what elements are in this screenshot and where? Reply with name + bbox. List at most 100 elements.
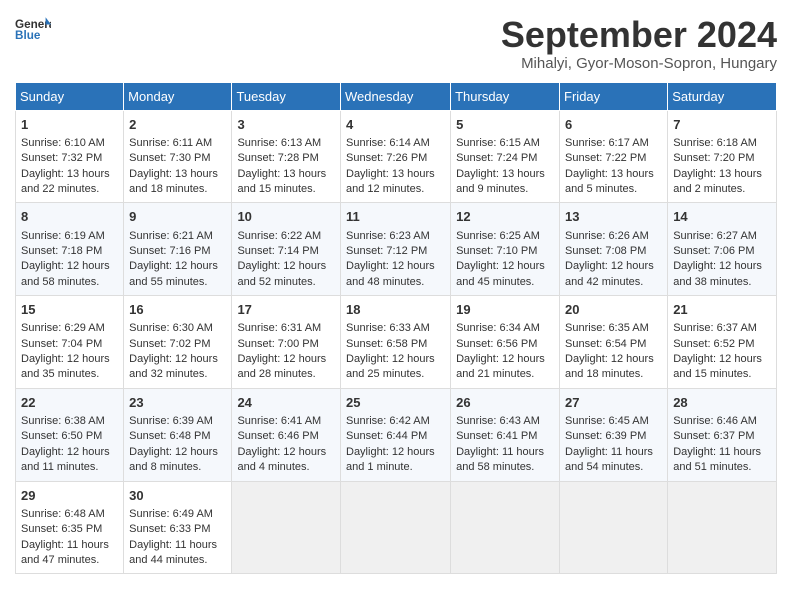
sunrise-label: Sunrise: 6:39 AM — [129, 415, 213, 427]
header-tuesday: Tuesday — [232, 82, 341, 110]
sunrise-label: Sunrise: 6:31 AM — [237, 322, 321, 334]
calendar-cell — [451, 481, 560, 574]
sunset-label: Sunset: 7:08 PM — [565, 245, 646, 257]
daylight-label: Daylight: 13 hours and 22 minutes. — [21, 168, 110, 195]
daylight-label: Daylight: 12 hours and 8 minutes. — [129, 446, 218, 473]
calendar-cell: 7 Sunrise: 6:18 AM Sunset: 7:20 PM Dayli… — [668, 110, 777, 203]
daylight-label: Daylight: 13 hours and 9 minutes. — [456, 168, 545, 195]
day-number: 16 — [129, 301, 226, 319]
calendar-cell: 15 Sunrise: 6:29 AM Sunset: 7:04 PM Dayl… — [16, 296, 124, 389]
calendar-cell: 17 Sunrise: 6:31 AM Sunset: 7:00 PM Dayl… — [232, 296, 341, 389]
day-number: 28 — [673, 394, 771, 412]
daylight-label: Daylight: 12 hours and 58 minutes. — [21, 260, 110, 287]
sunrise-label: Sunrise: 6:18 AM — [673, 137, 757, 149]
daylight-label: Daylight: 13 hours and 18 minutes. — [129, 168, 218, 195]
sunrise-label: Sunrise: 6:13 AM — [237, 137, 321, 149]
sunset-label: Sunset: 6:33 PM — [129, 523, 210, 535]
day-number: 4 — [346, 116, 445, 134]
calendar-row-3: 15 Sunrise: 6:29 AM Sunset: 7:04 PM Dayl… — [16, 296, 777, 389]
calendar-table: Sunday Monday Tuesday Wednesday Thursday… — [15, 82, 777, 575]
sunrise-label: Sunrise: 6:19 AM — [21, 230, 105, 242]
sunset-label: Sunset: 7:26 PM — [346, 152, 427, 164]
sunset-label: Sunset: 7:00 PM — [237, 338, 318, 350]
calendar-cell: 16 Sunrise: 6:30 AM Sunset: 7:02 PM Dayl… — [124, 296, 232, 389]
daylight-label: Daylight: 13 hours and 5 minutes. — [565, 168, 654, 195]
day-number: 29 — [21, 487, 118, 505]
calendar-cell: 29 Sunrise: 6:48 AM Sunset: 6:35 PM Dayl… — [16, 481, 124, 574]
sunrise-label: Sunrise: 6:41 AM — [237, 415, 321, 427]
sunrise-label: Sunrise: 6:26 AM — [565, 230, 649, 242]
sunset-label: Sunset: 6:48 PM — [129, 430, 210, 442]
calendar-cell: 26 Sunrise: 6:43 AM Sunset: 6:41 PM Dayl… — [451, 388, 560, 481]
daylight-label: Daylight: 12 hours and 28 minutes. — [237, 353, 326, 380]
day-number: 27 — [565, 394, 662, 412]
day-number: 2 — [129, 116, 226, 134]
calendar-cell: 9 Sunrise: 6:21 AM Sunset: 7:16 PM Dayli… — [124, 203, 232, 296]
calendar-cell: 25 Sunrise: 6:42 AM Sunset: 6:44 PM Dayl… — [341, 388, 451, 481]
sunset-label: Sunset: 6:56 PM — [456, 338, 537, 350]
calendar-cell: 24 Sunrise: 6:41 AM Sunset: 6:46 PM Dayl… — [232, 388, 341, 481]
daylight-label: Daylight: 12 hours and 38 minutes. — [673, 260, 762, 287]
sunset-label: Sunset: 7:20 PM — [673, 152, 754, 164]
day-number: 30 — [129, 487, 226, 505]
daylight-label: Daylight: 11 hours and 44 minutes. — [129, 539, 217, 566]
sunrise-label: Sunrise: 6:38 AM — [21, 415, 105, 427]
sunset-label: Sunset: 7:10 PM — [456, 245, 537, 257]
calendar-cell: 19 Sunrise: 6:34 AM Sunset: 6:56 PM Dayl… — [451, 296, 560, 389]
calendar-cell: 1 Sunrise: 6:10 AM Sunset: 7:32 PM Dayli… — [16, 110, 124, 203]
day-number: 18 — [346, 301, 445, 319]
calendar-cell: 6 Sunrise: 6:17 AM Sunset: 7:22 PM Dayli… — [560, 110, 668, 203]
sunset-label: Sunset: 7:30 PM — [129, 152, 210, 164]
sunrise-label: Sunrise: 6:10 AM — [21, 137, 105, 149]
calendar-cell: 21 Sunrise: 6:37 AM Sunset: 6:52 PM Dayl… — [668, 296, 777, 389]
calendar-cell — [560, 481, 668, 574]
daylight-label: Daylight: 12 hours and 55 minutes. — [129, 260, 218, 287]
sunset-label: Sunset: 6:58 PM — [346, 338, 427, 350]
sunrise-label: Sunrise: 6:11 AM — [129, 137, 212, 149]
sunset-label: Sunset: 7:24 PM — [456, 152, 537, 164]
sunrise-label: Sunrise: 6:30 AM — [129, 322, 213, 334]
daylight-label: Daylight: 12 hours and 45 minutes. — [456, 260, 545, 287]
sunrise-label: Sunrise: 6:29 AM — [21, 322, 105, 334]
sunrise-label: Sunrise: 6:27 AM — [673, 230, 757, 242]
daylight-label: Daylight: 12 hours and 4 minutes. — [237, 446, 326, 473]
sunrise-label: Sunrise: 6:22 AM — [237, 230, 321, 242]
day-number: 12 — [456, 208, 554, 226]
calendar-cell: 4 Sunrise: 6:14 AM Sunset: 7:26 PM Dayli… — [341, 110, 451, 203]
daylight-label: Daylight: 11 hours and 54 minutes. — [565, 446, 653, 473]
sunset-label: Sunset: 6:54 PM — [565, 338, 646, 350]
calendar-cell: 13 Sunrise: 6:26 AM Sunset: 7:08 PM Dayl… — [560, 203, 668, 296]
daylight-label: Daylight: 11 hours and 58 minutes. — [456, 446, 544, 473]
day-number: 3 — [237, 116, 335, 134]
logo-icon: General Blue — [15, 15, 51, 43]
calendar-cell — [341, 481, 451, 574]
daylight-label: Daylight: 12 hours and 11 minutes. — [21, 446, 110, 473]
calendar-cell: 28 Sunrise: 6:46 AM Sunset: 6:37 PM Dayl… — [668, 388, 777, 481]
daylight-label: Daylight: 12 hours and 18 minutes. — [565, 353, 654, 380]
day-number: 19 — [456, 301, 554, 319]
sunset-label: Sunset: 7:04 PM — [21, 338, 102, 350]
day-number: 8 — [21, 208, 118, 226]
calendar-cell: 8 Sunrise: 6:19 AM Sunset: 7:18 PM Dayli… — [16, 203, 124, 296]
sunrise-label: Sunrise: 6:14 AM — [346, 137, 430, 149]
daylight-label: Daylight: 12 hours and 32 minutes. — [129, 353, 218, 380]
day-number: 26 — [456, 394, 554, 412]
title-block: September 2024 Mihalyi, Gyor-Moson-Sopro… — [501, 15, 777, 72]
sunrise-label: Sunrise: 6:33 AM — [346, 322, 430, 334]
calendar-cell — [668, 481, 777, 574]
calendar-cell: 18 Sunrise: 6:33 AM Sunset: 6:58 PM Dayl… — [341, 296, 451, 389]
calendar-row-2: 8 Sunrise: 6:19 AM Sunset: 7:18 PM Dayli… — [16, 203, 777, 296]
day-number: 7 — [673, 116, 771, 134]
day-number: 24 — [237, 394, 335, 412]
day-number: 21 — [673, 301, 771, 319]
day-number: 13 — [565, 208, 662, 226]
day-number: 23 — [129, 394, 226, 412]
sunset-label: Sunset: 6:46 PM — [237, 430, 318, 442]
sunset-label: Sunset: 6:50 PM — [21, 430, 102, 442]
daylight-label: Daylight: 12 hours and 1 minute. — [346, 446, 435, 473]
day-number: 25 — [346, 394, 445, 412]
day-number: 1 — [21, 116, 118, 134]
calendar-cell: 11 Sunrise: 6:23 AM Sunset: 7:12 PM Dayl… — [341, 203, 451, 296]
sunset-label: Sunset: 7:02 PM — [129, 338, 210, 350]
calendar-cell: 23 Sunrise: 6:39 AM Sunset: 6:48 PM Dayl… — [124, 388, 232, 481]
